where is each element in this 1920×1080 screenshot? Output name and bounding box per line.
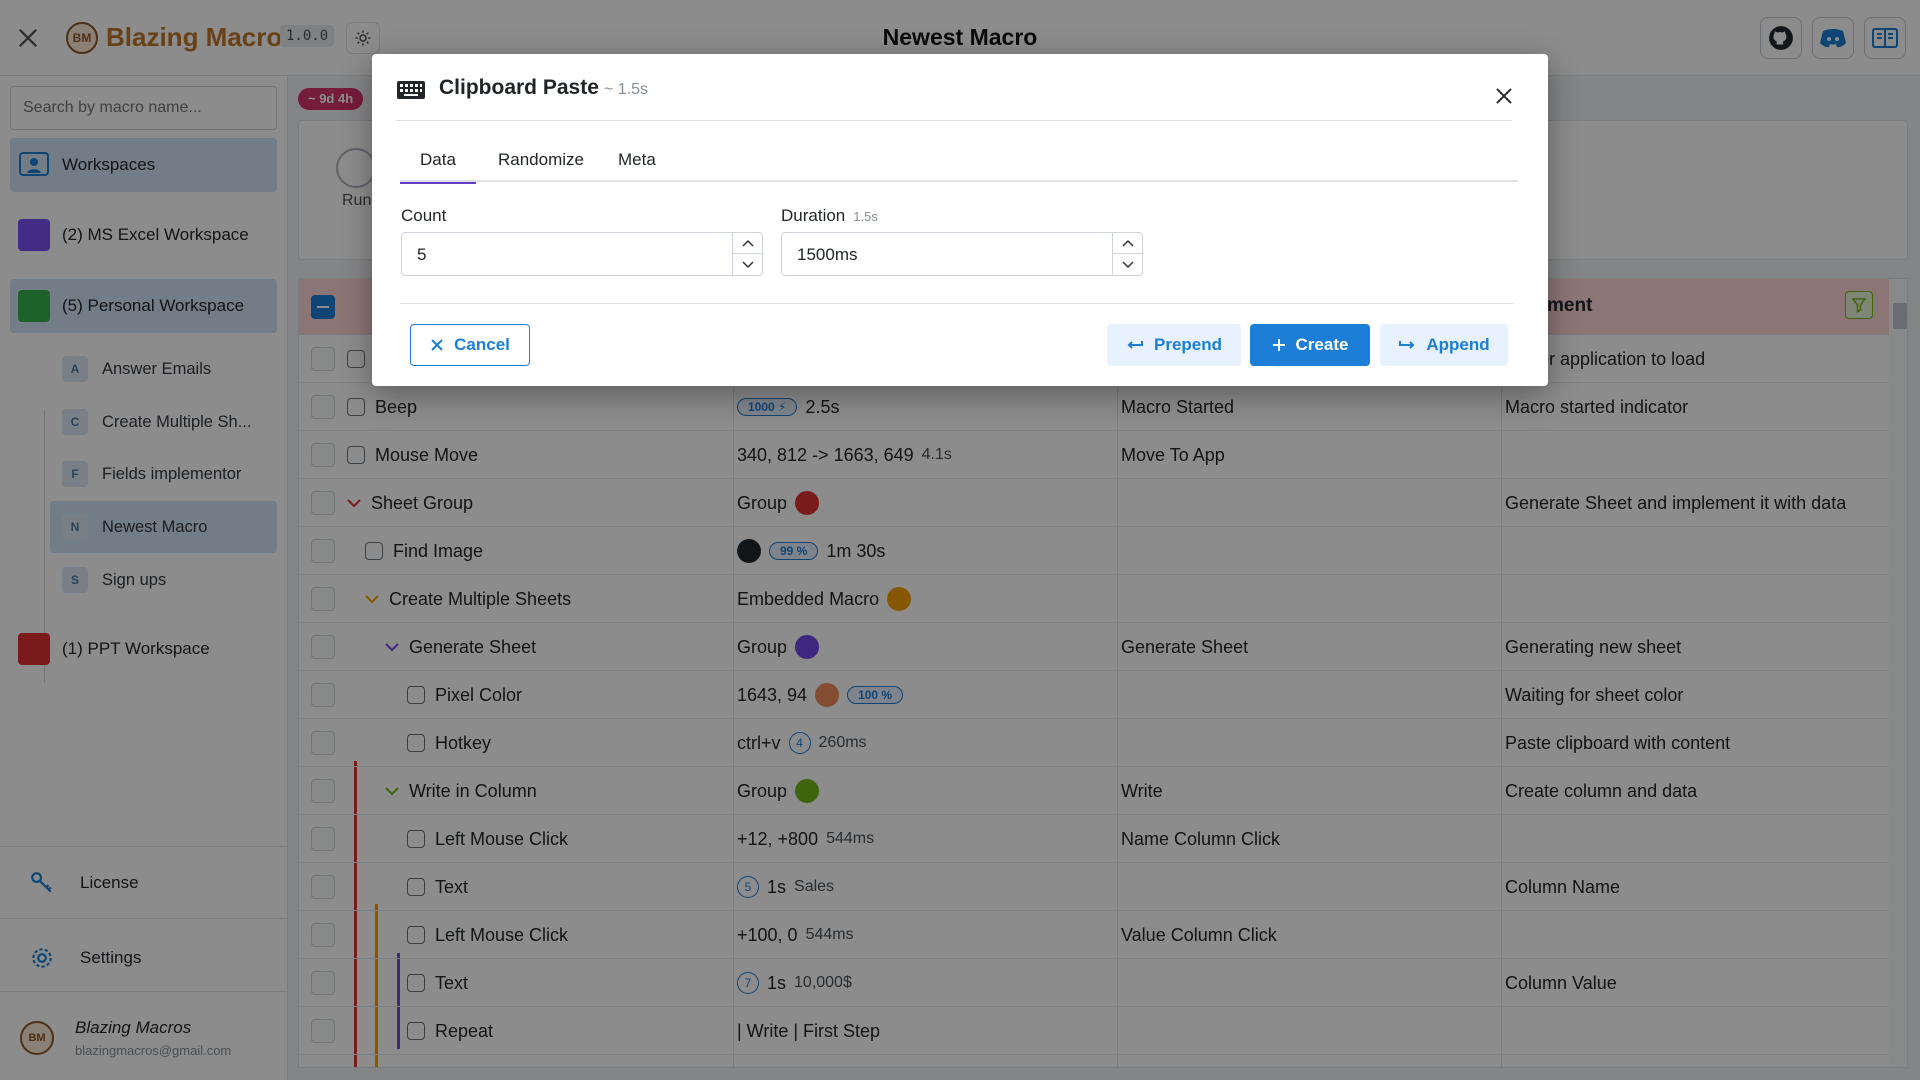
create-button[interactable]: Create: [1250, 324, 1370, 366]
append-button[interactable]: Append: [1380, 324, 1508, 366]
cancel-label: Cancel: [454, 335, 510, 354]
duration-label: Duration: [781, 206, 846, 225]
append-label: Append: [1426, 335, 1490, 354]
count-stepper: [732, 233, 762, 275]
tab-meta[interactable]: Meta: [598, 146, 676, 182]
create-label: Create: [1295, 335, 1349, 354]
chevron-down-icon: [1121, 260, 1134, 268]
duration-input[interactable]: 1500ms: [781, 232, 1143, 276]
chevron-up-icon: [741, 239, 754, 247]
count-label: Count: [401, 206, 447, 225]
close-icon[interactable]: [1492, 84, 1516, 108]
prepend-label: Prepend: [1153, 335, 1223, 354]
arrow-right-icon: [1399, 341, 1415, 349]
duration-label-wrap: Duration 1.5s: [781, 206, 878, 226]
cancel-button[interactable]: Cancel: [410, 324, 530, 366]
decrement-button[interactable]: [733, 254, 762, 275]
tab-data[interactable]: Data: [400, 146, 476, 184]
count-value: 5: [417, 245, 427, 264]
close-icon: [431, 339, 443, 351]
chevron-down-icon: [741, 260, 754, 268]
divider: [396, 120, 1512, 121]
modal-title: Clipboard Paste: [439, 76, 599, 99]
increment-button[interactable]: [733, 233, 762, 254]
modal-tabs: Data Randomize Meta: [400, 146, 1518, 184]
prepend-button[interactable]: Prepend: [1107, 324, 1241, 366]
divider: [400, 303, 1514, 304]
modal-duration: ~ 1.5s: [604, 81, 649, 98]
duration-stepper: [1112, 233, 1142, 275]
plus-icon: [1272, 339, 1285, 351]
increment-button[interactable]: [1113, 233, 1142, 254]
duration-hint: 1.5s: [853, 209, 878, 224]
decrement-button[interactable]: [1113, 254, 1142, 275]
keyboard-icon: [397, 81, 425, 99]
tab-randomize[interactable]: Randomize: [478, 146, 604, 182]
duration-value: 1500ms: [797, 245, 858, 264]
arrow-left-icon: [1127, 341, 1143, 349]
action-modal: Clipboard Paste ~ 1.5s Data Randomize Me…: [372, 54, 1548, 386]
chevron-up-icon: [1121, 239, 1134, 247]
count-input[interactable]: 5: [401, 232, 763, 276]
